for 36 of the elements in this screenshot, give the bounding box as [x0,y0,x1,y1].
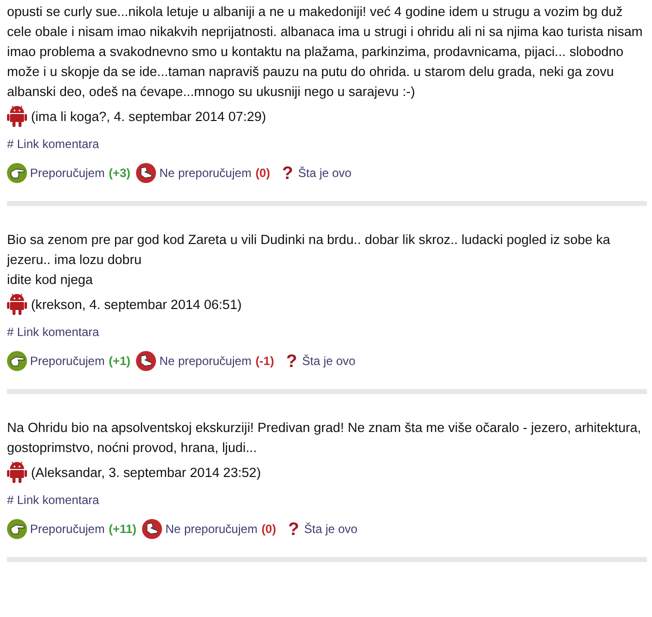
not-recommend-count: (-1) [255,354,274,368]
recommend-link[interactable]: Preporučujem [30,354,105,368]
what-is-this-link[interactable]: Šta je ovo [298,166,352,180]
thumb-down-icon[interactable] [142,519,162,539]
comment-text: opusti se curly sue...nikola letuje u albaniji a ne u makedoniji! već 4 godine idem u strugu a vozim bg duž cele obale i nisam imao nikakvih neprijatnosti. albanaca ima u strugi i ohridu ali ni sa njima kao turista nisam imao problema a svakodnevno smo u kontaktu na plažama, parkinzima, prodavnicama, pijaci... slobodno može i u skopje da se ide...taman napraviš pauzu na putu do ohrida. u starom delu grada, neki ga zovu albanski deo, odeš na ćevape...mnogo su ukusniji nego u sarajevu :-) [7,3,644,101]
comment-text: idite kod njega [7,271,94,289]
comment-link[interactable]: # Link komentara [7,493,100,507]
question-mark-icon[interactable]: ? [282,164,294,182]
not-recommend-link[interactable]: Ne preporučujem [159,166,252,180]
thumb-up-icon[interactable] [7,519,27,539]
not-recommend-count: (0) [261,522,276,536]
android-icon [7,461,27,483]
comment-author-date: (Aleksandar, 3. septembar 2014 23:52) [31,464,261,480]
question-mark-icon[interactable]: ? [286,352,298,370]
what-is-this-link[interactable]: Šta je ovo [304,522,358,536]
thumb-up-icon[interactable] [7,351,27,371]
android-icon [7,105,27,127]
comment-link[interactable]: # Link komentara [7,137,100,151]
thumb-up-icon[interactable] [7,163,27,183]
not-recommend-link[interactable]: Ne preporučujem [165,522,258,536]
recommend-count: (+11) [108,522,136,536]
what-is-this-link[interactable]: Šta je ovo [302,354,356,368]
comment-author-date: (ima li koga?, 4. septembar 2014 07:29) [31,108,266,124]
not-recommend-count: (0) [255,166,270,180]
not-recommend-link[interactable]: Ne preporučujem [159,354,252,368]
comment-link[interactable]: # Link komentara [7,325,100,339]
android-icon [7,293,27,315]
thumb-down-icon[interactable] [136,351,156,371]
comment-text: Na Ohridu bio na apsolventskoj ekskurziji! Predivan grad! Ne znam šta me više očaralo - jezero, arhitektura, gostoprimstvo, noćni provod, hrana, ljudi... [7,419,642,457]
thumb-down-icon[interactable] [136,163,156,183]
recommend-link[interactable]: Preporučujem [30,166,105,180]
recommend-link[interactable]: Preporučujem [30,522,105,536]
comment-author-date: (krekson, 4. septembar 2014 06:51) [31,296,242,312]
recommend-count: (+3) [108,166,130,180]
question-mark-icon[interactable]: ? [288,520,300,538]
recommend-count: (+1) [108,354,130,368]
